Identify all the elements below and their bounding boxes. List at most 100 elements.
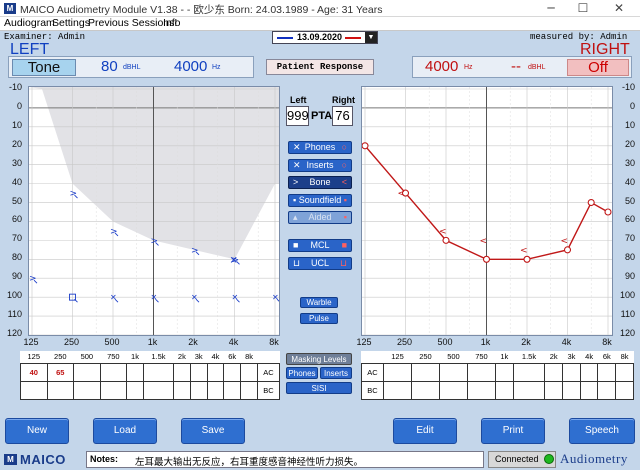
- right-x-tick: 500: [437, 337, 453, 347]
- menu-info[interactable]: Info: [163, 17, 181, 29]
- masking-freq-header: 500: [80, 352, 94, 362]
- left-x-tick: 500: [104, 337, 120, 347]
- mcl-button[interactable]: ■ MCL ■: [288, 239, 352, 252]
- left-bc-masking-cell: [172, 380, 191, 400]
- right-bc-masking-cell: [438, 380, 468, 400]
- bc-row-label: BC: [361, 380, 384, 400]
- right-bc-masking-cell: [579, 380, 599, 400]
- right-air-marker: [362, 142, 369, 150]
- masking-inserts-button[interactable]: Inserts: [320, 367, 352, 379]
- notes-text: 左耳最大输出无反应，右耳重度感音神经性听力损失。: [135, 457, 364, 468]
- menu-audiogram[interactable]: Audiogram: [4, 17, 55, 29]
- left-air-marker: ✕: [272, 293, 279, 302]
- masking-freq-header: 2k: [549, 352, 558, 362]
- chevron-left-icon: <: [341, 177, 347, 187]
- save-button[interactable]: Save: [181, 418, 245, 444]
- masking-freq-header: 6k: [602, 352, 611, 362]
- edit-button[interactable]: Edit: [393, 418, 457, 444]
- left-bc-masking-cell: [126, 380, 144, 400]
- square-icon: ▪: [343, 195, 347, 205]
- masking-freq-header: 3k: [194, 352, 203, 362]
- right-ac-masking-cell: [438, 362, 468, 382]
- left-bc-masking-cell: [206, 380, 225, 400]
- right-bc-masking-cell: [512, 380, 546, 400]
- left-y-tick: -10: [8, 82, 22, 92]
- maximize-icon[interactable]: ☐: [570, 1, 596, 16]
- pulse-button[interactable]: Pulse: [300, 313, 338, 324]
- left-current-marker: ✕: [230, 255, 238, 266]
- minimize-icon[interactable]: ─: [538, 1, 564, 16]
- right-ac-masking-cell: [494, 362, 514, 382]
- left-mode-button[interactable]: Tone: [12, 59, 76, 76]
- right-bc-masking-cell: [494, 380, 514, 400]
- right-bone-marker: <: [561, 236, 569, 246]
- right-mode-button[interactable]: Off: [567, 59, 629, 76]
- warble-button[interactable]: Warble: [300, 297, 338, 308]
- bone-button[interactable]: > Bone <: [288, 176, 352, 189]
- right-x-tick: 4k: [561, 337, 572, 347]
- masking-phones-button[interactable]: Phones: [286, 367, 318, 379]
- left-ac-masking-cell: [142, 362, 174, 382]
- right-y-tick: 90: [624, 271, 635, 282]
- right-bc-masking-cell: [383, 380, 412, 400]
- left-ac-masking-cell: [189, 362, 208, 382]
- masking-freq-header: 500: [447, 352, 460, 362]
- masking-freq-header: 750: [475, 352, 488, 362]
- masking-freq-header: 250: [419, 352, 432, 362]
- masking-freq-header: 1.5k: [521, 352, 537, 362]
- left-y-tick: 20: [11, 138, 22, 149]
- right-y-tick: 70: [624, 233, 635, 244]
- circle-icon: ○: [341, 160, 347, 170]
- left-masking-table: 125 250 500 750 1k 1.5k 2k 3k 4k 6k 8k 40 65 AC BC: [20, 351, 280, 400]
- inserts-button[interactable]: ✕ Inserts ○: [288, 159, 352, 172]
- left-audiogram[interactable]: >>>>>>✕✕ ✕ ✕ ✕ ✕: [28, 86, 280, 336]
- load-button[interactable]: Load: [93, 418, 157, 444]
- left-y-tick: 10: [11, 119, 22, 130]
- left-bc-masking-cell: [73, 380, 101, 400]
- close-icon[interactable]: ✕: [606, 1, 632, 16]
- app-name: Audiometry: [560, 451, 628, 466]
- right-y-tick: 80: [624, 252, 635, 263]
- m-icon: ■: [293, 240, 299, 250]
- right-ac-masking-cell: [466, 362, 496, 382]
- notes-label: Notes:: [90, 454, 119, 464]
- status-led-icon: [544, 454, 554, 464]
- right-air-marker: [587, 198, 595, 207]
- masking-freq-header: 1k: [500, 352, 509, 362]
- right-y-tick: 40: [624, 176, 635, 187]
- notes-field[interactable]: Notes: 左耳最大输出无反应，右耳重度感音神经性听力损失。: [86, 451, 484, 468]
- masking-freq-header: 8k: [245, 352, 254, 362]
- maico-logo-icon: M: [4, 3, 16, 14]
- x-icon: ✕: [293, 160, 301, 170]
- left-air-marker: ✕: [151, 293, 158, 302]
- connection-label: Connected: [495, 454, 539, 464]
- left-y-tick: 60: [11, 214, 22, 225]
- left-bone-marker: >: [110, 227, 118, 237]
- right-line-icon: [345, 37, 361, 39]
- right-y-tick: -10: [621, 82, 635, 92]
- masking-freq-header: 250: [54, 352, 67, 362]
- menu-settings[interactable]: Settings: [52, 17, 90, 29]
- right-bone-marker: <: [520, 246, 528, 256]
- title-bar: M MAICO Audiometry Module V1.38 - - 欧少东 …: [0, 0, 640, 17]
- date-select[interactable]: 13.09.2020 ▼: [272, 31, 378, 44]
- soundfield-button[interactable]: ▪ Soundfield ▪: [288, 194, 352, 207]
- ucl-button[interactable]: ⊔ UCL ⊔: [288, 257, 352, 270]
- left-y-tick: 50: [11, 195, 22, 206]
- masking-blank: [362, 351, 384, 363]
- new-button[interactable]: New: [5, 418, 69, 444]
- left-ac-masking-cell: [99, 362, 128, 382]
- left-ac-masking-cell: [206, 362, 225, 382]
- left-freq-value: 4000: [174, 58, 208, 75]
- speech-button[interactable]: Speech: [569, 418, 635, 444]
- print-button[interactable]: Print: [481, 418, 545, 444]
- chevron-down-icon[interactable]: ▼: [365, 32, 377, 43]
- right-audiogram[interactable]: < < < < <: [361, 86, 613, 336]
- bc-row-label: BC: [257, 380, 280, 400]
- sisi-button[interactable]: SISI: [286, 382, 352, 394]
- phones-button[interactable]: ✕ Phones ○: [288, 141, 352, 154]
- right-ac-masking-cell: [410, 362, 440, 382]
- masking-levels-button[interactable]: Masking Levels: [286, 353, 352, 365]
- aided-button[interactable]: ▴ Aided ▪: [288, 211, 352, 224]
- right-ac-masking-cell: [579, 362, 599, 382]
